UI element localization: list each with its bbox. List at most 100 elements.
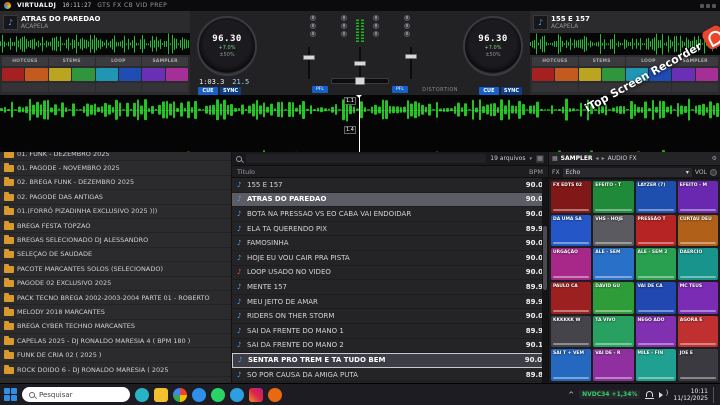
hotcue-pad[interactable]	[649, 68, 671, 81]
hotcue-pad[interactable]	[96, 68, 118, 81]
hotcue-pad[interactable]	[49, 68, 71, 81]
folder-item[interactable]: 02. BREGA FUNK - DEZEMBRO 2025	[0, 176, 231, 190]
column-bpm[interactable]: BPM	[513, 168, 543, 176]
track-row[interactable]: ♪ BOTA NA PRESSAO VS EO CABA VAI ENDOIDA…	[232, 207, 548, 222]
jog-wheel-right[interactable]: 96.30 +7.0% ±50%	[463, 16, 523, 76]
audio-fx-tab[interactable]: AUDIO FX	[608, 155, 637, 162]
folder-item[interactable]: 02. PAGODE DAS ANTIGAS	[0, 190, 231, 204]
eq-knob[interactable]	[341, 15, 347, 21]
sampler-pad[interactable]: LAYZER (7)	[636, 181, 676, 213]
show-desktop-button[interactable]	[713, 387, 716, 403]
folder-item[interactable]: SELEÇAO DE SAUDADE	[0, 248, 231, 262]
folder-item[interactable]: PACOTE MARCANTES SOLOS (SELECIONADO)	[0, 262, 231, 276]
volume-icon[interactable]	[659, 390, 668, 399]
fx-select[interactable]: Echo▾	[563, 168, 692, 177]
track-row[interactable]: ♪ ATRAS DO PAREDAO 90.0	[232, 193, 548, 208]
hotcue-pad[interactable]	[119, 68, 141, 81]
sync-button-right[interactable]: SYNC	[501, 87, 522, 95]
grid-icon[interactable]: ▦	[552, 155, 558, 162]
hotcue-pad[interactable]	[532, 68, 554, 81]
taskbar-app-icon[interactable]	[173, 388, 187, 402]
eq-knob[interactable]	[404, 31, 410, 37]
track-list-scrollbar[interactable]	[542, 178, 548, 383]
track-row[interactable]: ♪ ELA TA QUERENDO PIX 89.9	[232, 222, 548, 237]
folder-item[interactable]: ROCK DOIDO 6 - DJ RONALDO MARESIA ( 2025	[0, 363, 231, 377]
sampler-pad[interactable]: DAERCIO	[678, 248, 718, 280]
taskbar-app-icon[interactable]	[249, 388, 263, 402]
eq-knob[interactable]	[310, 15, 316, 21]
deck-left-waveform[interactable]	[0, 33, 190, 55]
pfl-button-left[interactable]: PFL	[312, 86, 328, 93]
sampler-pad[interactable]: PAULO CA	[551, 282, 591, 314]
column-title[interactable]: Titulo	[237, 168, 513, 176]
deck-tab[interactable]: HOTCUES	[532, 57, 578, 66]
taskbar-app-icon[interactable]	[230, 388, 244, 402]
folder-item[interactable]: CAPELAS 2025 - DJ RONALDO MARESIA 4 ( BP…	[0, 334, 231, 348]
prev-icon[interactable]: ◂	[596, 155, 599, 162]
hotcue-pad[interactable]	[555, 68, 577, 81]
eq-knob[interactable]	[310, 23, 316, 29]
deck-tab[interactable]: HOTCUES	[2, 57, 48, 66]
param-button[interactable]	[49, 83, 95, 92]
chevron-down-icon[interactable]: ▾	[529, 156, 532, 162]
eq-knob[interactable]	[404, 23, 410, 29]
track-row[interactable]: ♪ MEU JEITO DE AMAR 89.9	[232, 295, 548, 310]
eq-knob[interactable]	[404, 15, 410, 21]
crossfader[interactable]	[331, 78, 389, 84]
hotcue-pad[interactable]	[696, 68, 718, 81]
taskbar-search[interactable]: Pesquisar	[22, 387, 130, 402]
grid-view-icon[interactable]: ▦	[536, 155, 544, 163]
fader-master[interactable]	[353, 47, 367, 79]
track-row[interactable]: ♪ RIDERS ON THER STORM 90.0	[232, 309, 548, 324]
stock-ticker[interactable]: NVDC34 +1,34%	[579, 390, 640, 399]
eq-knob[interactable]	[373, 15, 379, 21]
hotcue-pad[interactable]	[166, 68, 188, 81]
hotcue-pad[interactable]	[579, 68, 601, 81]
volume-knob[interactable]	[710, 169, 717, 176]
eq-knob[interactable]	[341, 31, 347, 37]
folder-item[interactable]: BREGAS SELECIONADO DJ ALESSANDRO	[0, 233, 231, 247]
window-controls[interactable]	[700, 4, 716, 8]
track-row[interactable]: ♪ SAI DA FRENTE DO MANO 1 89.9	[232, 324, 548, 339]
folder-item[interactable]: PACK TECNO BREGA 2002-2003-2004 PARTE 01…	[0, 291, 231, 305]
sampler-pad[interactable]: DAVID GU	[593, 282, 633, 314]
taskbar-app-icon[interactable]	[135, 388, 149, 402]
eq-knob[interactable]	[310, 31, 316, 37]
folder-item[interactable]: BREGA CYBER TECHNO MARCANTES	[0, 320, 231, 334]
sampler-pad[interactable]: PRESSÃO T	[636, 215, 676, 247]
folder-item[interactable]: 01.(FORRÓ PIZADINHA EXCLUSIVO 2025 )))	[0, 205, 231, 219]
sampler-pad[interactable]: ALE - SEM 2	[636, 248, 676, 280]
sampler-pad[interactable]: SAI T + VEM	[551, 349, 591, 381]
hotcue-pad[interactable]	[142, 68, 164, 81]
hotcue-pad[interactable]	[602, 68, 624, 81]
param-button[interactable]	[532, 83, 578, 92]
sampler-pad[interactable]: MC TEUS	[678, 282, 718, 314]
gear-icon[interactable]: ⚙	[712, 155, 717, 162]
sampler-pad[interactable]: AGORA E	[678, 316, 718, 348]
param-button[interactable]	[142, 83, 188, 92]
sync-button-left[interactable]: SYNC	[220, 87, 241, 95]
sampler-pad[interactable]: KKKKKK W	[551, 316, 591, 348]
hotcue-pad[interactable]	[72, 68, 94, 81]
taskbar-app-icon[interactable]	[268, 388, 282, 402]
next-icon[interactable]: ▸	[602, 155, 605, 162]
sampler-pad[interactable]: MILE - FIN	[636, 349, 676, 381]
deck-tab[interactable]: STEMS	[49, 57, 95, 66]
deck-tab[interactable]: SAMPLER	[142, 57, 188, 66]
eq-knob[interactable]	[341, 23, 347, 29]
sampler-pad[interactable]: JOE E	[678, 349, 718, 381]
taskbar-app-icon[interactable]	[211, 388, 225, 402]
deck-tab[interactable]: SAMPLER	[672, 57, 718, 66]
cue-button-right[interactable]: CUE	[479, 87, 499, 95]
fader-right[interactable]	[404, 47, 418, 79]
track-row[interactable]: ♪ FAMOSINHA 90.0	[232, 236, 548, 251]
hotcue-pad[interactable]	[25, 68, 47, 81]
eq-knob[interactable]	[373, 23, 379, 29]
track-row[interactable]: ♪ SAI DA FRENTE DO MANO 2 90.1	[232, 339, 548, 354]
folder-item[interactable]: 01. FUNK - DEZEMBRO 2025	[0, 152, 231, 161]
sampler-pad[interactable]: FX EDTS 02	[551, 181, 591, 213]
folder-item[interactable]: PAGODE 02 EXCLUSIVO 2025	[0, 277, 231, 291]
deck-tab[interactable]: LOOP	[626, 57, 672, 66]
taskbar-app-icon[interactable]	[192, 388, 206, 402]
fader-left[interactable]	[302, 47, 316, 79]
